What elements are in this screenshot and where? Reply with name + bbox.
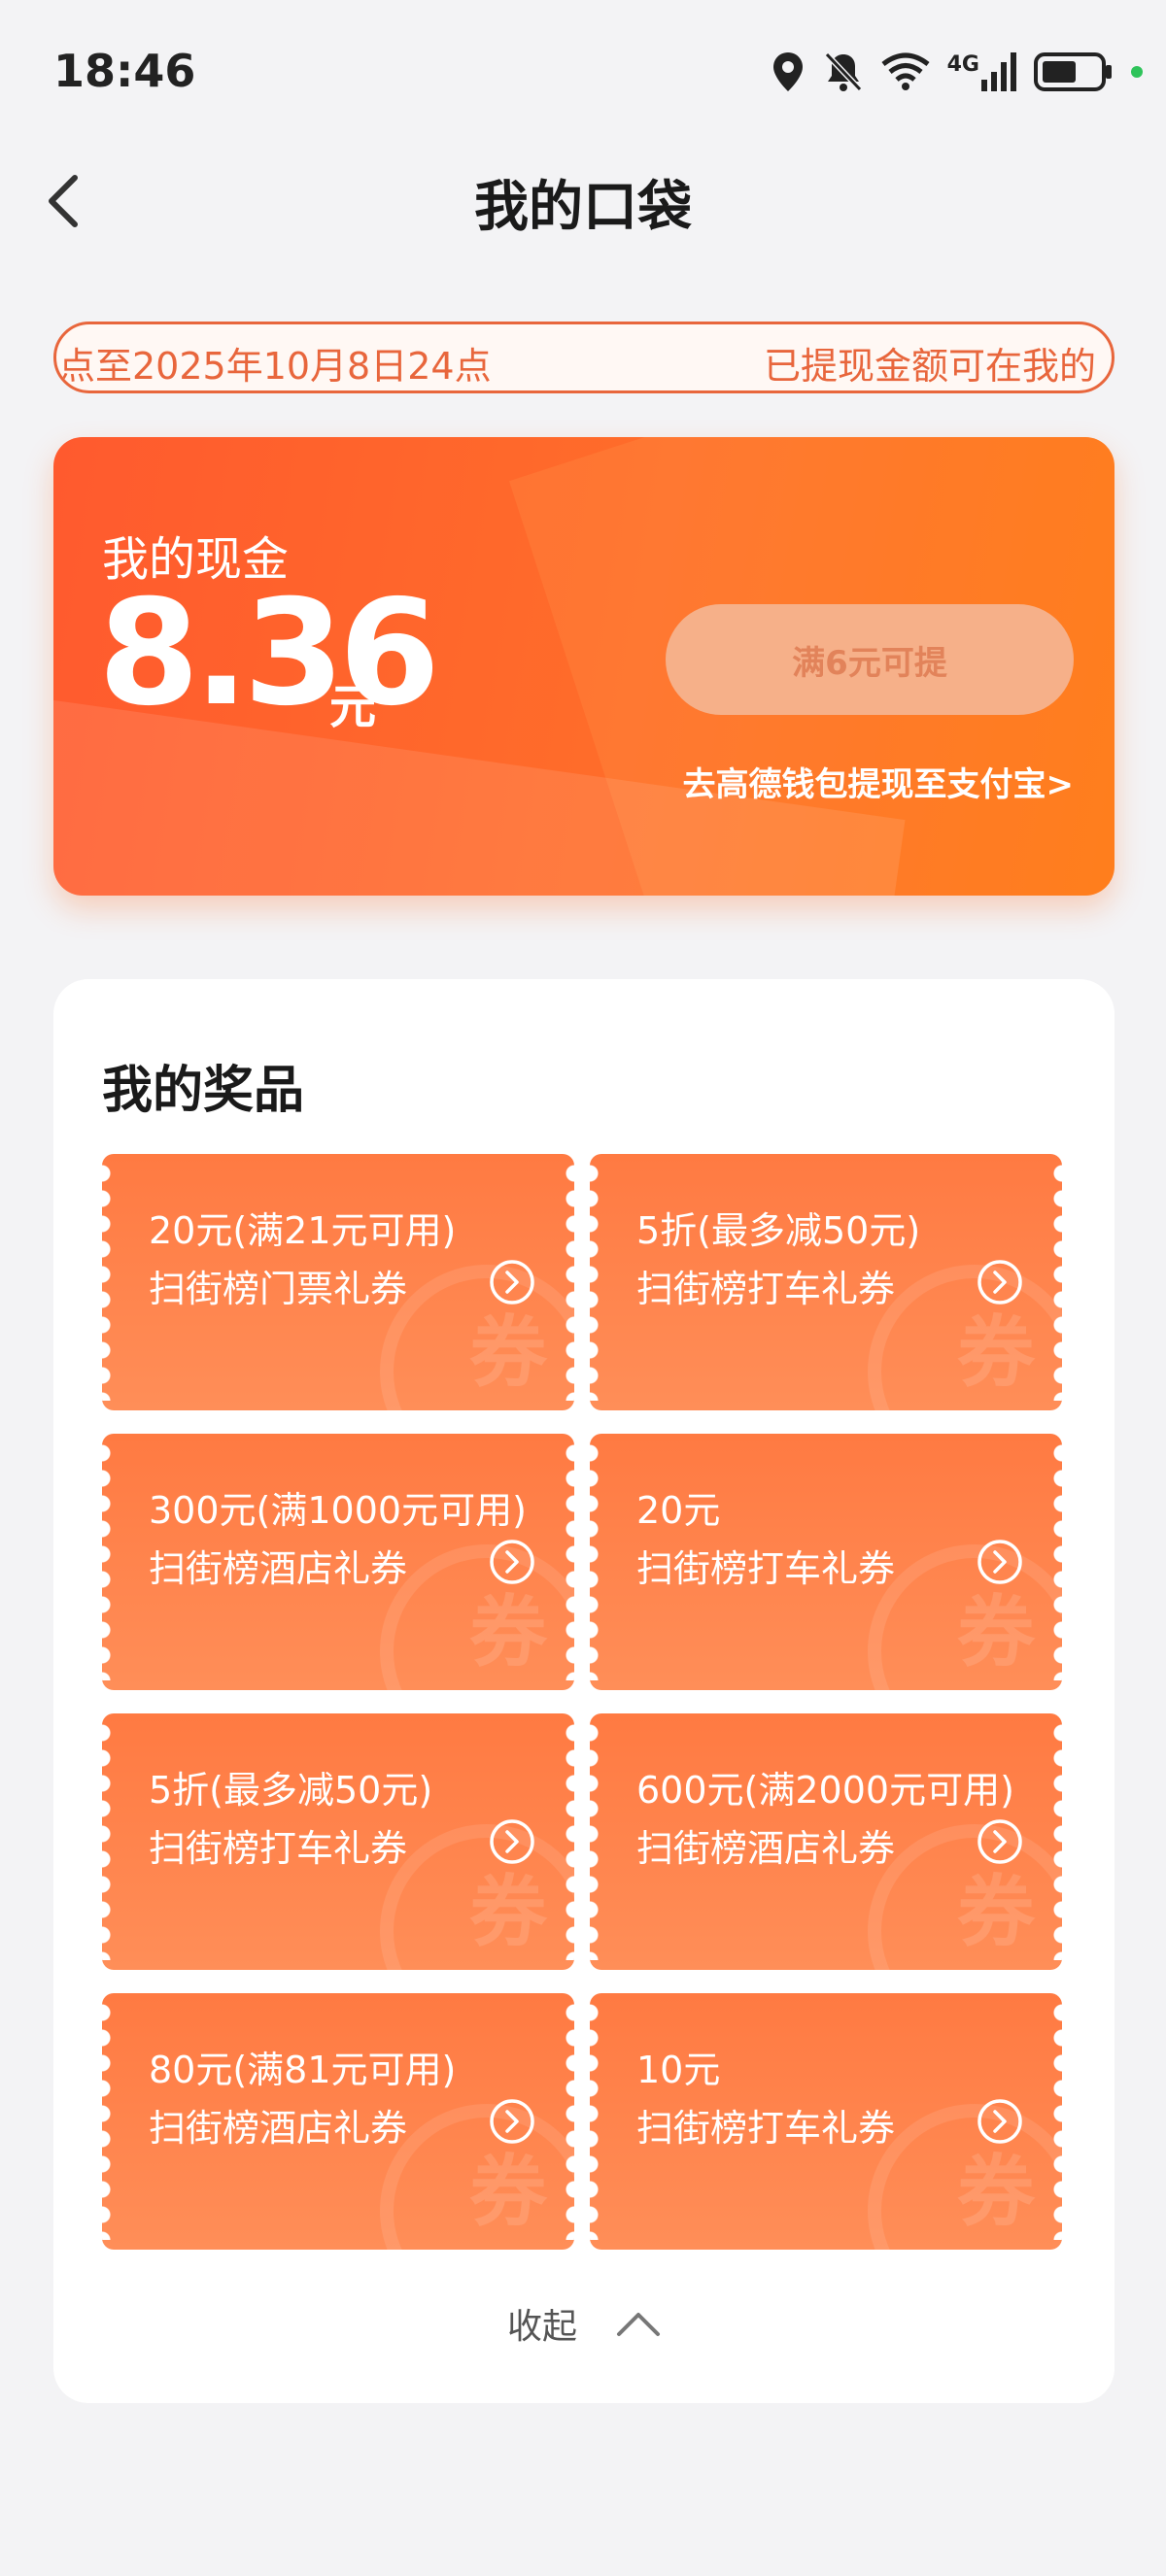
coupon-card[interactable]: 券 20元扫街榜打车礼券 [590,1434,1062,1690]
chevron-right-circle-icon[interactable] [977,1818,1023,1865]
cash-unit: 元 [329,680,377,734]
chevron-right-circle-icon[interactable] [489,1818,535,1865]
wifi-icon [881,52,930,90]
coupon-value: 300元(满1000元可用) [149,1489,527,1532]
coupon-card[interactable]: 券 80元(满81元可用) 扫街榜酒店礼券 [102,1993,574,2250]
coupon-name: 扫街榜打车礼券 [636,1547,896,1590]
chevron-right-circle-icon[interactable] [977,1539,1023,1585]
coupon-value: 600元(满2000元可用) [636,1769,1014,1812]
coupon-name: 扫街榜门票礼券 [149,1268,408,1310]
battery-icon [1034,52,1112,91]
coupon-value: 20元(满21元可用) [149,1209,457,1252]
privacy-indicator-dot [1131,66,1143,78]
chevron-right-circle-icon[interactable] [489,1259,535,1305]
coupon-name: 扫街榜打车礼券 [636,1268,896,1310]
cash-amount: 8.36 [98,569,440,738]
withdraw-button[interactable]: 满6元可提 [666,604,1074,715]
coupon-name: 扫街榜打车礼券 [636,2107,896,2150]
status-icons: 4G [771,47,1143,97]
location-icon [772,52,803,91]
notice-marquee: 点至2025年10月8日24点 已提现金额可在我的 [53,322,1115,393]
coupon-name: 扫街榜酒店礼券 [149,1547,408,1590]
coupon-watermark: 券 [469,1867,547,1957]
wallet-withdraw-link[interactable]: 去高德钱包提现至支付宝> [683,758,1075,805]
coupon-watermark: 券 [469,1587,547,1678]
status-bar: 18:46 4G [0,0,1166,146]
coupon-card[interactable]: 券 5折(最多减50元) 扫街榜打车礼券 [102,1713,574,1970]
coupon-card[interactable]: 券 5折(最多减50元) 扫街榜打车礼券 [590,1154,1062,1410]
mute-bell-icon [824,51,862,92]
coupon-value: 10元 [636,2049,721,2091]
prize-section-title: 我的奖品 [102,1062,305,1120]
prize-panel: 我的奖品 券 20元(满21元可用) 扫街榜门票礼券券 5折(最多减50元) 扫街榜打车… [53,979,1115,2403]
coupon-watermark: 券 [957,1587,1035,1678]
notice-text-right: 已提现金额可在我的 [764,345,1097,388]
coupon-watermark: 券 [957,2147,1035,2237]
network-type: 4G [946,52,979,77]
coupon-card[interactable]: 券 300元(满1000元可用) 扫街榜酒店礼券 [102,1434,574,1690]
coupon-card[interactable]: 券 20元(满21元可用) 扫街榜门票礼券 [102,1154,574,1410]
status-time: 18:46 [53,45,196,97]
coupon-watermark: 券 [469,2147,547,2237]
coupon-watermark: 券 [957,1307,1035,1398]
collapse-label: 收起 [506,2307,577,2347]
coupon-value: 5折(最多减50元) [149,1769,433,1812]
cash-card: 我的现金 8.36 元 满6元可提 去高德钱包提现至支付宝> [53,437,1115,896]
chevron-right-circle-icon[interactable] [489,2098,535,2145]
coupon-value: 5折(最多减50元) [636,1209,921,1252]
cell-signal-icon: 4G [947,52,1016,91]
coupon-value: 20元 [636,1489,721,1532]
nav-bar: 我的口袋 [0,146,1166,262]
coupon-value: 80元(满81元可用) [149,2049,457,2091]
notice-text-left: 点至2025年10月8日24点 [58,345,492,388]
chevron-right-circle-icon[interactable] [977,2098,1023,2145]
coupon-name: 扫街榜打车礼券 [149,1827,408,1870]
page-title: 我的口袋 [474,176,692,239]
collapse-toggle[interactable]: 收起 [53,2298,1115,2349]
coupon-watermark: 券 [469,1307,547,1398]
coupon-watermark: 券 [957,1867,1035,1957]
chevron-right-circle-icon[interactable] [977,1259,1023,1305]
chevron-right-circle-icon[interactable] [489,1539,535,1585]
coupon-card[interactable]: 券 600元(满2000元可用) 扫街榜酒店礼券 [590,1713,1062,1970]
chevron-up-icon [617,2313,660,2336]
coupon-name: 扫街榜酒店礼券 [636,1827,896,1870]
coupon-card[interactable]: 券 10元扫街榜打车礼券 [590,1993,1062,2250]
coupon-name: 扫街榜酒店礼券 [149,2107,408,2150]
